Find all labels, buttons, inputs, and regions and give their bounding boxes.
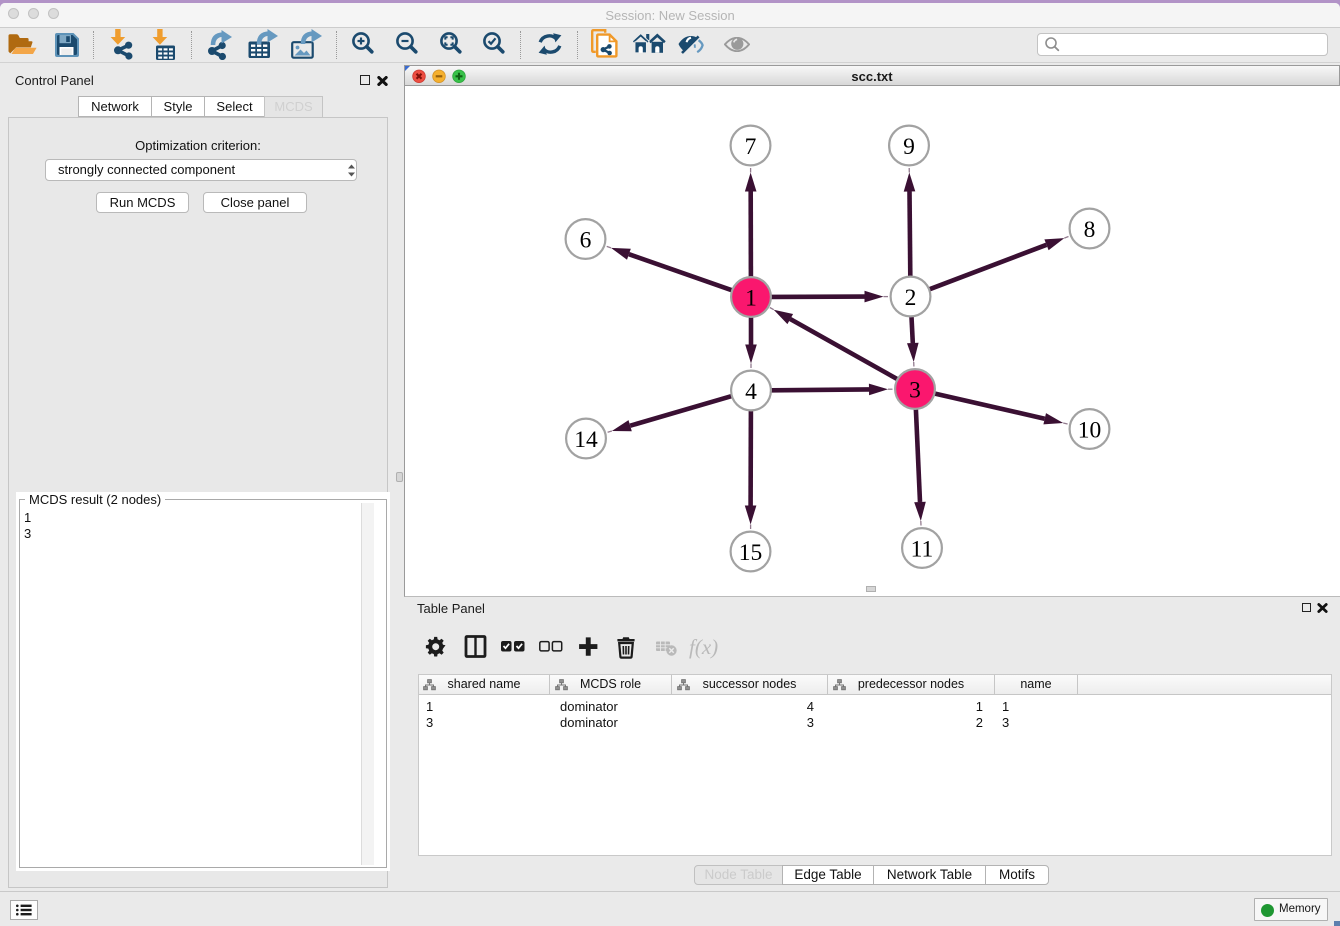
svg-text:1: 1 xyxy=(745,285,757,311)
svg-text:4: 4 xyxy=(745,379,757,405)
svg-text:15: 15 xyxy=(739,540,763,566)
svg-text:2: 2 xyxy=(905,285,917,311)
svg-text:6: 6 xyxy=(580,227,592,253)
svg-text:7: 7 xyxy=(745,134,757,160)
svg-text:14: 14 xyxy=(574,427,598,453)
svg-text:11: 11 xyxy=(911,536,934,562)
svg-text:3: 3 xyxy=(909,377,921,403)
svg-text:8: 8 xyxy=(1084,217,1096,243)
svg-text:f(x): f(x) xyxy=(689,635,718,659)
svg-text:9: 9 xyxy=(903,134,915,160)
svg-text:10: 10 xyxy=(1078,417,1102,443)
